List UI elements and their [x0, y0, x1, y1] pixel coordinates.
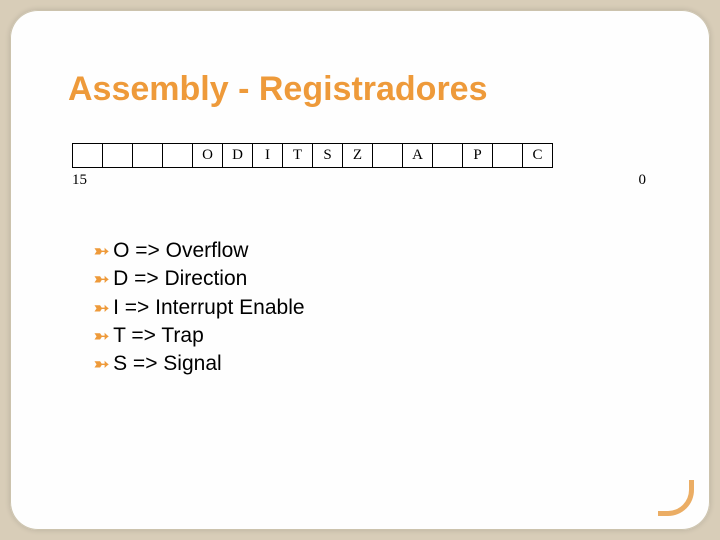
bit-index-labels: 15 0: [72, 172, 652, 189]
bullet-icon: ➳: [94, 239, 109, 263]
list-item: ➳ D => Direction: [94, 265, 652, 293]
bit-label-high: 15: [72, 172, 87, 189]
list-item: ➳ O => Overflow: [94, 237, 652, 265]
flag-cell: [373, 144, 403, 168]
list-item: ➳ S => Signal: [94, 350, 652, 378]
flag-register-diagram: O D I T S Z A P C 15 0: [72, 143, 652, 189]
flag-cell: [433, 144, 463, 168]
slide-card: Assembly - Registradores O D I T S Z A P…: [10, 10, 710, 530]
bullet-text: I => Interrupt Enable: [113, 294, 304, 322]
bit-label-low: 0: [639, 172, 647, 189]
flag-cell: O: [193, 144, 223, 168]
bullet-list: ➳ O => Overflow ➳ D => Direction ➳ I => …: [94, 237, 652, 379]
flag-cell: [103, 144, 133, 168]
flag-cell: Z: [343, 144, 373, 168]
flag-cell: A: [403, 144, 433, 168]
bullet-text: T => Trap: [113, 322, 204, 350]
flag-cell: I: [253, 144, 283, 168]
list-item: ➳ I => Interrupt Enable: [94, 294, 652, 322]
flag-cell: T: [283, 144, 313, 168]
corner-accent-decoration: [658, 480, 694, 516]
bullet-icon: ➳: [94, 267, 109, 291]
flag-table: O D I T S Z A P C: [72, 143, 553, 168]
flag-cell: P: [463, 144, 493, 168]
slide-title: Assembly - Registradores: [68, 70, 652, 109]
list-item: ➳ T => Trap: [94, 322, 652, 350]
flag-cell: [133, 144, 163, 168]
bullet-text: S => Signal: [113, 350, 222, 378]
bullet-text: O => Overflow: [113, 237, 248, 265]
bullet-icon: ➳: [94, 352, 109, 376]
flag-cell: C: [523, 144, 553, 168]
bullet-icon: ➳: [94, 296, 109, 320]
flag-cell: S: [313, 144, 343, 168]
bullet-icon: ➳: [94, 324, 109, 348]
bullet-text: D => Direction: [113, 265, 247, 293]
flag-cell: [73, 144, 103, 168]
flag-cell: [163, 144, 193, 168]
flag-cell: D: [223, 144, 253, 168]
flag-cell: [493, 144, 523, 168]
